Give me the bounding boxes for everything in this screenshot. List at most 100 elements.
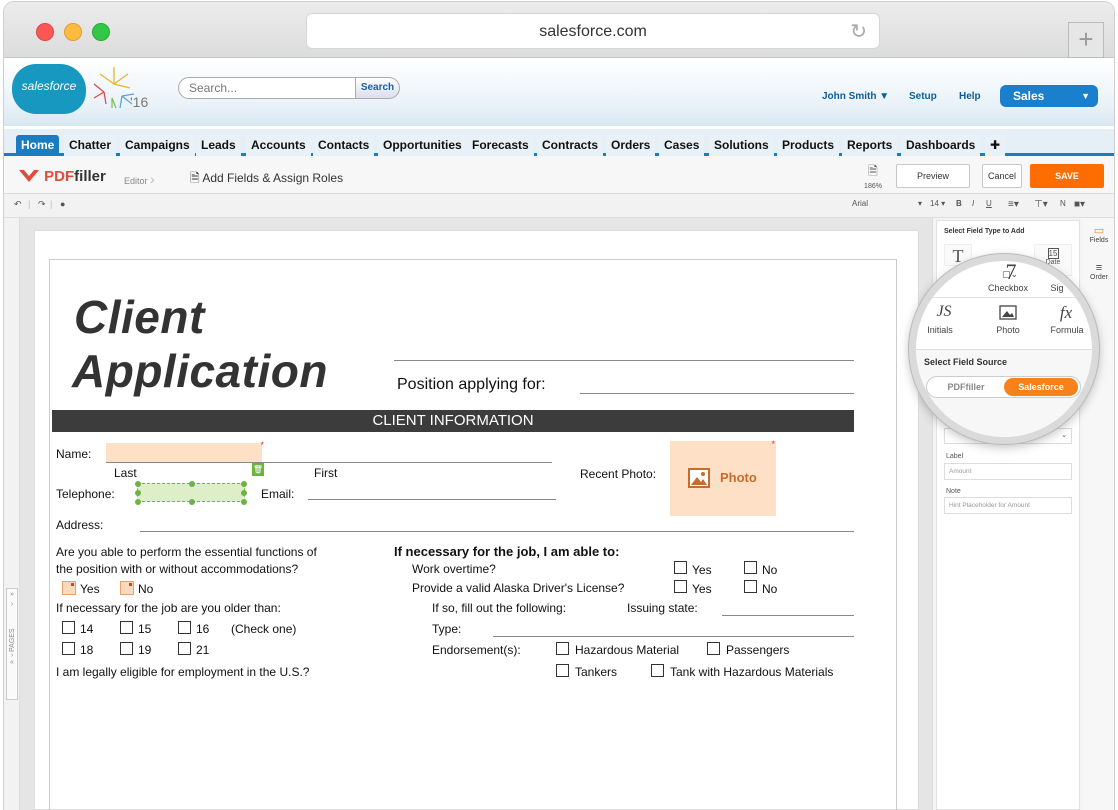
source-pdffiller-option[interactable]: PDFfiller xyxy=(929,378,1003,396)
new-tab-button[interactable]: + xyxy=(1068,22,1104,58)
yes-checkbox-field[interactable] xyxy=(62,581,76,595)
source-salesforce-option[interactable]: Salesforce xyxy=(1004,378,1078,396)
tab-contracts[interactable]: Contracts xyxy=(537,135,604,157)
resize-handle[interactable] xyxy=(241,481,247,487)
user-menu[interactable]: John Smith ▼ xyxy=(822,91,889,102)
salesforce-logo[interactable]: salesforce xyxy=(12,64,86,114)
resize-handle[interactable] xyxy=(135,499,141,505)
address-bar[interactable]: salesforce.com ↻ xyxy=(306,13,880,49)
name-field[interactable]: * xyxy=(106,440,264,462)
tab-products[interactable]: Products xyxy=(777,135,840,157)
dropdown-field-icon[interactable]: ▢⌄ xyxy=(990,269,1030,280)
app-selector[interactable]: Sales ▼ xyxy=(1000,85,1098,107)
font-select[interactable]: Arial ▾ xyxy=(852,199,924,208)
zoom-window-button[interactable] xyxy=(92,23,110,41)
color-picker-icon[interactable]: ■▾ xyxy=(1074,199,1085,210)
type-line[interactable] xyxy=(493,636,854,637)
tab-orders[interactable]: Orders xyxy=(606,135,656,157)
tank-hazmat-checkbox[interactable] xyxy=(651,664,664,677)
tab-chatter[interactable]: Chatter xyxy=(64,135,117,157)
age-15-checkbox[interactable] xyxy=(120,621,133,634)
yes-label: Yes xyxy=(80,582,100,596)
age-16-checkbox[interactable] xyxy=(178,621,191,634)
comment-icon[interactable]: ● xyxy=(60,199,65,209)
italic-button[interactable]: I xyxy=(972,199,974,208)
section-heading: CLIENT INFORMATION xyxy=(52,410,854,432)
age-16-label: 16 xyxy=(196,622,210,636)
pdf-editor-bar: PDFfiller Editor › 🗎 Add Fields & Assign… xyxy=(4,156,1114,194)
bold-button[interactable]: B xyxy=(956,199,962,208)
preview-button[interactable]: Preview xyxy=(896,164,970,188)
zoom-control[interactable]: 🗎 186% xyxy=(862,162,884,190)
resize-handle[interactable] xyxy=(241,490,247,496)
passengers-checkbox[interactable] xyxy=(707,642,720,655)
year-label: '16 xyxy=(130,94,149,110)
tab-cases[interactable]: Cases xyxy=(659,135,705,157)
minimize-window-button[interactable] xyxy=(64,23,82,41)
label-input[interactable]: Amount xyxy=(944,463,1072,480)
name-label: Name: xyxy=(56,447,92,461)
position-input-line[interactable] xyxy=(580,393,854,394)
reload-icon[interactable]: ↻ xyxy=(850,14,867,50)
license-no-checkbox[interactable] xyxy=(744,580,757,593)
normal-text-icon[interactable]: N xyxy=(1060,199,1066,208)
tab-accounts[interactable]: Accounts xyxy=(246,135,311,157)
license-yes-checkbox[interactable] xyxy=(674,580,687,593)
align-icon[interactable]: ≡▾ xyxy=(1008,199,1019,210)
photo-field-icon[interactable] xyxy=(990,305,1026,322)
tab-reports[interactable]: Reports xyxy=(842,135,898,157)
email-line[interactable] xyxy=(308,499,556,500)
age-18-checkbox[interactable] xyxy=(62,642,75,655)
formula-field-icon[interactable]: fx xyxy=(1046,303,1086,323)
tab-forecasts[interactable]: Forecasts xyxy=(467,135,534,157)
tab-leads[interactable]: Leads xyxy=(196,135,241,157)
trash-icon[interactable]: 🗑 xyxy=(252,463,264,476)
search-button[interactable]: Search xyxy=(356,77,400,99)
fields-tab[interactable]: ▭ Fields xyxy=(1084,224,1114,244)
age-14-checkbox[interactable] xyxy=(62,621,75,634)
tab-dashboards[interactable]: Dashboards xyxy=(901,135,981,157)
photo-field[interactable]: * Photo xyxy=(670,439,776,516)
checkbox-field-label[interactable]: Checkbox xyxy=(978,283,1038,293)
resize-handle[interactable] xyxy=(135,490,141,496)
field-source-toggle[interactable]: PDFfiller Salesforce xyxy=(926,376,1081,398)
undo-icon[interactable]: ↶ xyxy=(14,199,22,210)
tankers-checkbox[interactable] xyxy=(556,664,569,677)
close-window-button[interactable] xyxy=(36,23,54,41)
tab-campaigns[interactable]: Campaigns xyxy=(120,135,195,157)
hazmat-checkbox[interactable] xyxy=(556,642,569,655)
text-height-icon[interactable]: ⊤▾ xyxy=(1034,199,1048,210)
save-button[interactable]: SAVE xyxy=(1030,164,1104,188)
resize-handle[interactable] xyxy=(241,499,247,505)
note-input[interactable]: Hint Placeholder for Amount xyxy=(944,497,1072,514)
issuing-state-line[interactable] xyxy=(722,615,854,616)
font-size-select[interactable]: 14 ▾ xyxy=(930,199,945,208)
tab-contacts[interactable]: Contacts xyxy=(313,135,375,157)
resize-handle[interactable] xyxy=(189,481,195,487)
global-search-input[interactable]: Search... xyxy=(178,77,356,99)
initials-field-icon[interactable]: JS xyxy=(926,303,962,321)
field-type-heading: Select Field Type to Add xyxy=(944,228,1025,235)
cancel-button[interactable]: Cancel xyxy=(982,164,1022,188)
underline-button[interactable]: U xyxy=(986,199,992,208)
redo-icon[interactable]: ↷ xyxy=(38,199,46,210)
resize-handle[interactable] xyxy=(189,499,195,505)
overtime-yes-checkbox[interactable] xyxy=(674,561,687,574)
address-line[interactable] xyxy=(140,531,854,532)
pages-panel-toggle[interactable]: » › PAGES › « xyxy=(6,588,18,700)
editor-breadcrumb[interactable]: Editor › xyxy=(124,171,155,187)
tab-home[interactable]: Home xyxy=(16,135,60,157)
order-tab[interactable]: ≡ Order xyxy=(1084,262,1114,281)
tab-solutions[interactable]: Solutions xyxy=(709,135,774,157)
age-21-checkbox[interactable] xyxy=(178,642,191,655)
help-link[interactable]: Help xyxy=(959,91,981,102)
resize-handle[interactable] xyxy=(135,481,141,487)
age-19-checkbox[interactable] xyxy=(120,642,133,655)
signature-field-label[interactable]: Sig xyxy=(1042,283,1072,293)
age-15-label: 15 xyxy=(138,622,152,636)
overtime-no-checkbox[interactable] xyxy=(744,561,757,574)
add-tab-icon[interactable]: ✚ xyxy=(985,135,1006,157)
setup-link[interactable]: Setup xyxy=(909,91,937,102)
tab-opportunities[interactable]: Opportunities xyxy=(378,135,467,157)
no-checkbox-field[interactable] xyxy=(120,581,134,595)
